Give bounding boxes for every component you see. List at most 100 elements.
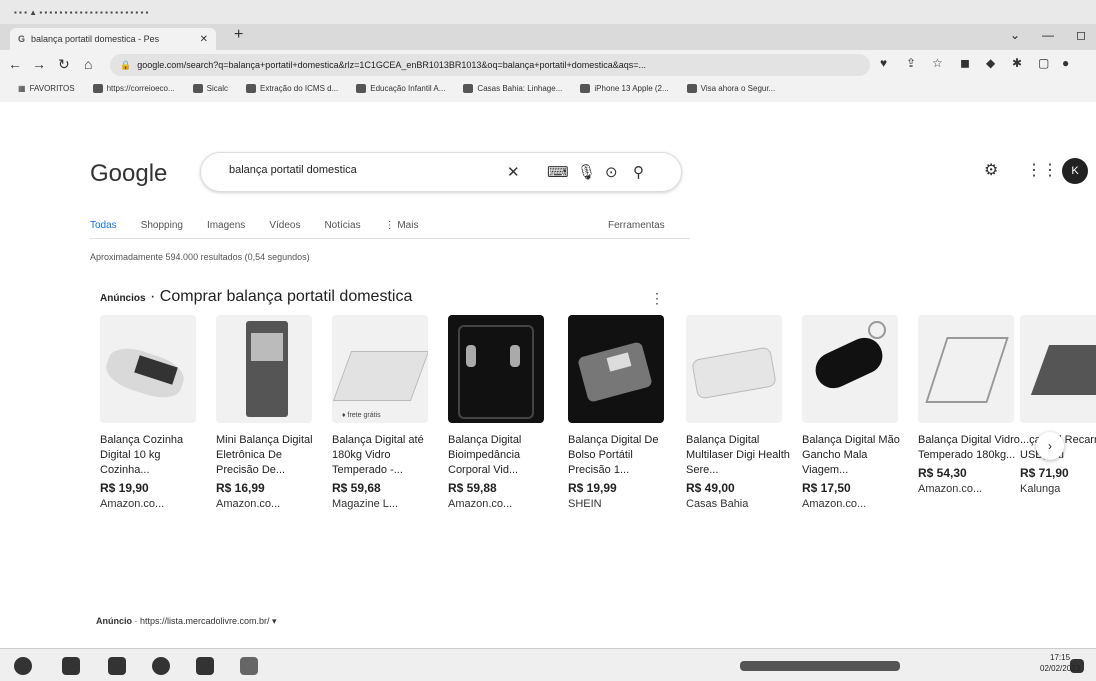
browser-tab[interactable]: G balança portatil domestica - Pes ✕ xyxy=(10,28,216,50)
product-card[interactable]: Balança Digital De Bolso Portátil Precis… xyxy=(568,315,678,510)
bookmark-item[interactable]: Educação Infantil A... xyxy=(356,83,445,93)
bottom-ad-url[interactable]: https://lista.mercadolivre.com.br/ xyxy=(140,616,270,626)
microphone-icon[interactable]: 🎙 xyxy=(577,163,596,181)
carousel-next-icon[interactable]: › xyxy=(1036,432,1064,460)
top-strip-text: ▪ ▪ ▪ ▲ ▪ ▪ ▪ ▪ ▪ ▪ ▪ ▪ ▪ ▪ ▪ ▪ ▪ ▪ ▪ ▪ … xyxy=(14,7,149,17)
search-box[interactable]: ✕ ⌨ 🎙 ⊙ ⚲ xyxy=(200,152,682,192)
product-carousel: Balança Cozinha Digital 10 kg Cozinha...… xyxy=(100,315,1096,585)
bookmark-icon xyxy=(463,83,474,93)
new-tab-icon[interactable]: + xyxy=(234,26,243,44)
bookmark-item[interactable]: Casas Bahia: Linhage... xyxy=(463,83,562,93)
tools-button[interactable]: Ferramentas xyxy=(608,220,665,231)
product-card[interactable]: Balança Digital Bioimpedância Corporal V… xyxy=(448,315,558,510)
extension-icon-2[interactable]: ◆ xyxy=(986,56,995,70)
google-logo[interactable]: Google xyxy=(90,160,167,188)
tab-todas[interactable]: Todas xyxy=(90,220,117,231)
avatar[interactable]: K xyxy=(1062,158,1088,184)
system-tray-icons[interactable] xyxy=(740,661,900,671)
extension-icon[interactable]: ◼ xyxy=(960,56,970,70)
product-title[interactable]: Balança Digital Mão Gancho Mala Viagem..… xyxy=(802,433,906,478)
product-title[interactable]: Balança Digital Bioimpedância Corporal V… xyxy=(448,433,552,478)
more-options-icon[interactable]: ⋮ xyxy=(650,290,664,307)
search-icon[interactable]: ⚲ xyxy=(633,163,644,181)
product-card[interactable]: ♦ frete grátis Balança Digital até 180kg… xyxy=(332,315,442,510)
bottom-ad: Anúncio · https://lista.mercadolivre.com… xyxy=(96,616,277,626)
product-image[interactable] xyxy=(802,315,898,423)
forward-icon[interactable]: → xyxy=(32,56,46,72)
product-card[interactable]: Mini Balança Digital Eletrônica De Preci… xyxy=(216,315,326,510)
product-price: R$ 71,90 xyxy=(1020,466,1069,480)
bookmark-icon xyxy=(580,83,591,93)
search-input[interactable] xyxy=(229,164,489,176)
product-card[interactable]: Balança Digital Multilaser Digi Health S… xyxy=(686,315,796,510)
product-image[interactable] xyxy=(448,315,544,423)
tab-videos[interactable]: Vídeos xyxy=(269,220,300,231)
bookmark-item[interactable]: https://correioeco... xyxy=(92,83,175,93)
clear-icon[interactable]: ✕ xyxy=(507,163,520,181)
product-price: R$ 54,30 xyxy=(918,466,967,480)
product-image[interactable] xyxy=(568,315,664,423)
tab-mais[interactable]: ⋮ Mais xyxy=(385,220,419,231)
url-bar[interactable]: 🔒 google.com/search?q=balança+portatil+d… xyxy=(110,54,870,76)
product-price: R$ 19,90 xyxy=(100,481,149,495)
product-image[interactable] xyxy=(686,315,782,423)
product-title[interactable]: Balança Digital Vidro Temperado 180kg... xyxy=(918,433,1022,463)
tab-shopping[interactable]: Shopping xyxy=(141,220,183,231)
product-card[interactable]: ...ça ...al Recarreg USB, Mu R$ 71,90 Ka… xyxy=(1020,315,1096,495)
tab-imagens[interactable]: Imagens xyxy=(207,220,245,231)
taskbar-app-icon[interactable] xyxy=(196,657,214,675)
product-title[interactable]: Balança Digital De Bolso Portátil Precis… xyxy=(568,433,672,478)
reload-icon[interactable]: ↻ xyxy=(58,56,70,73)
bottom-ad-label: Anúncio xyxy=(96,616,132,626)
product-image[interactable] xyxy=(100,315,196,423)
tab-title: balança portatil domestica - Pes xyxy=(31,34,160,44)
puzzle-icon[interactable]: ✱ xyxy=(1012,56,1022,70)
product-store: Amazon.co... xyxy=(100,498,165,510)
system-clock[interactable]: 17:15 02/02/2023 xyxy=(1040,652,1080,674)
bookmark-item[interactable]: Extração do ICMS d... xyxy=(245,83,338,93)
close-tab-icon[interactable]: ✕ xyxy=(200,34,208,45)
product-title[interactable]: Balança Digital Multilaser Digi Health S… xyxy=(686,433,790,478)
taskbar-app-icon[interactable] xyxy=(62,657,80,675)
profile-icon[interactable]: ● xyxy=(1062,56,1069,70)
clock-date: 02/02/2023 xyxy=(1040,664,1081,673)
star-icon[interactable]: ☆ xyxy=(932,56,943,70)
taskbar-app-icon[interactable] xyxy=(240,657,258,675)
gear-icon[interactable]: ⚙ xyxy=(984,160,998,180)
apps-grid-icon[interactable]: ⋮⋮ xyxy=(1026,160,1058,180)
product-card[interactable]: Balança Digital Mão Gancho Mala Viagem..… xyxy=(802,315,912,510)
share-icon[interactable]: ⇪ xyxy=(906,56,916,70)
product-store: Amazon.co... xyxy=(802,498,867,510)
product-card[interactable]: Balança Cozinha Digital 10 kg Cozinha...… xyxy=(100,315,210,510)
back-icon[interactable]: ← xyxy=(8,56,22,72)
home-icon[interactable]: ⌂ xyxy=(84,56,92,72)
sidebar-icon[interactable]: ▢ xyxy=(1038,56,1049,70)
location-icon[interactable]: ♥ xyxy=(880,56,887,70)
tab-noticias[interactable]: Notícias xyxy=(324,220,360,231)
product-image[interactable] xyxy=(216,315,312,423)
minimize-icon[interactable]: — xyxy=(1042,28,1054,42)
product-card[interactable]: Balança Digital Vidro Temperado 180kg...… xyxy=(918,315,1028,495)
lock-icon: 🔒 xyxy=(120,59,132,70)
bookmark-item[interactable]: iPhone 13 Apple (2... xyxy=(580,83,669,93)
bookmark-icon xyxy=(192,83,203,93)
product-image[interactable]: ♦ frete grátis xyxy=(332,315,428,423)
ads-heading: Anúncios · Comprar balança portatil dome… xyxy=(100,288,413,305)
product-title[interactable]: Mini Balança Digital Eletrônica De Preci… xyxy=(216,433,320,478)
camera-icon[interactable]: ⊙ xyxy=(605,163,618,181)
keyboard-icon[interactable]: ⌨ xyxy=(547,163,569,181)
product-title[interactable]: Balança Cozinha Digital 10 kg Cozinha... xyxy=(100,433,204,478)
start-icon[interactable] xyxy=(14,657,32,675)
ads-label: Anúncios xyxy=(100,293,146,304)
product-image[interactable] xyxy=(1020,315,1096,423)
product-price: R$ 16,99 xyxy=(216,481,265,495)
chrome-icon[interactable] xyxy=(152,657,170,675)
bookmark-item[interactable]: ▦ FAVORITOS xyxy=(18,84,75,93)
taskbar-app-icon[interactable] xyxy=(108,657,126,675)
maximize-icon[interactable]: ◻ xyxy=(1076,28,1086,42)
chevron-down-icon[interactable]: ⌄ xyxy=(1010,28,1020,42)
product-title[interactable]: Balança Digital até 180kg Vidro Temperad… xyxy=(332,433,436,478)
bookmark-item[interactable]: Sicalc xyxy=(192,83,228,93)
bookmark-item[interactable]: Visa ahora o Segur... xyxy=(686,83,775,93)
product-image[interactable] xyxy=(918,315,1014,423)
